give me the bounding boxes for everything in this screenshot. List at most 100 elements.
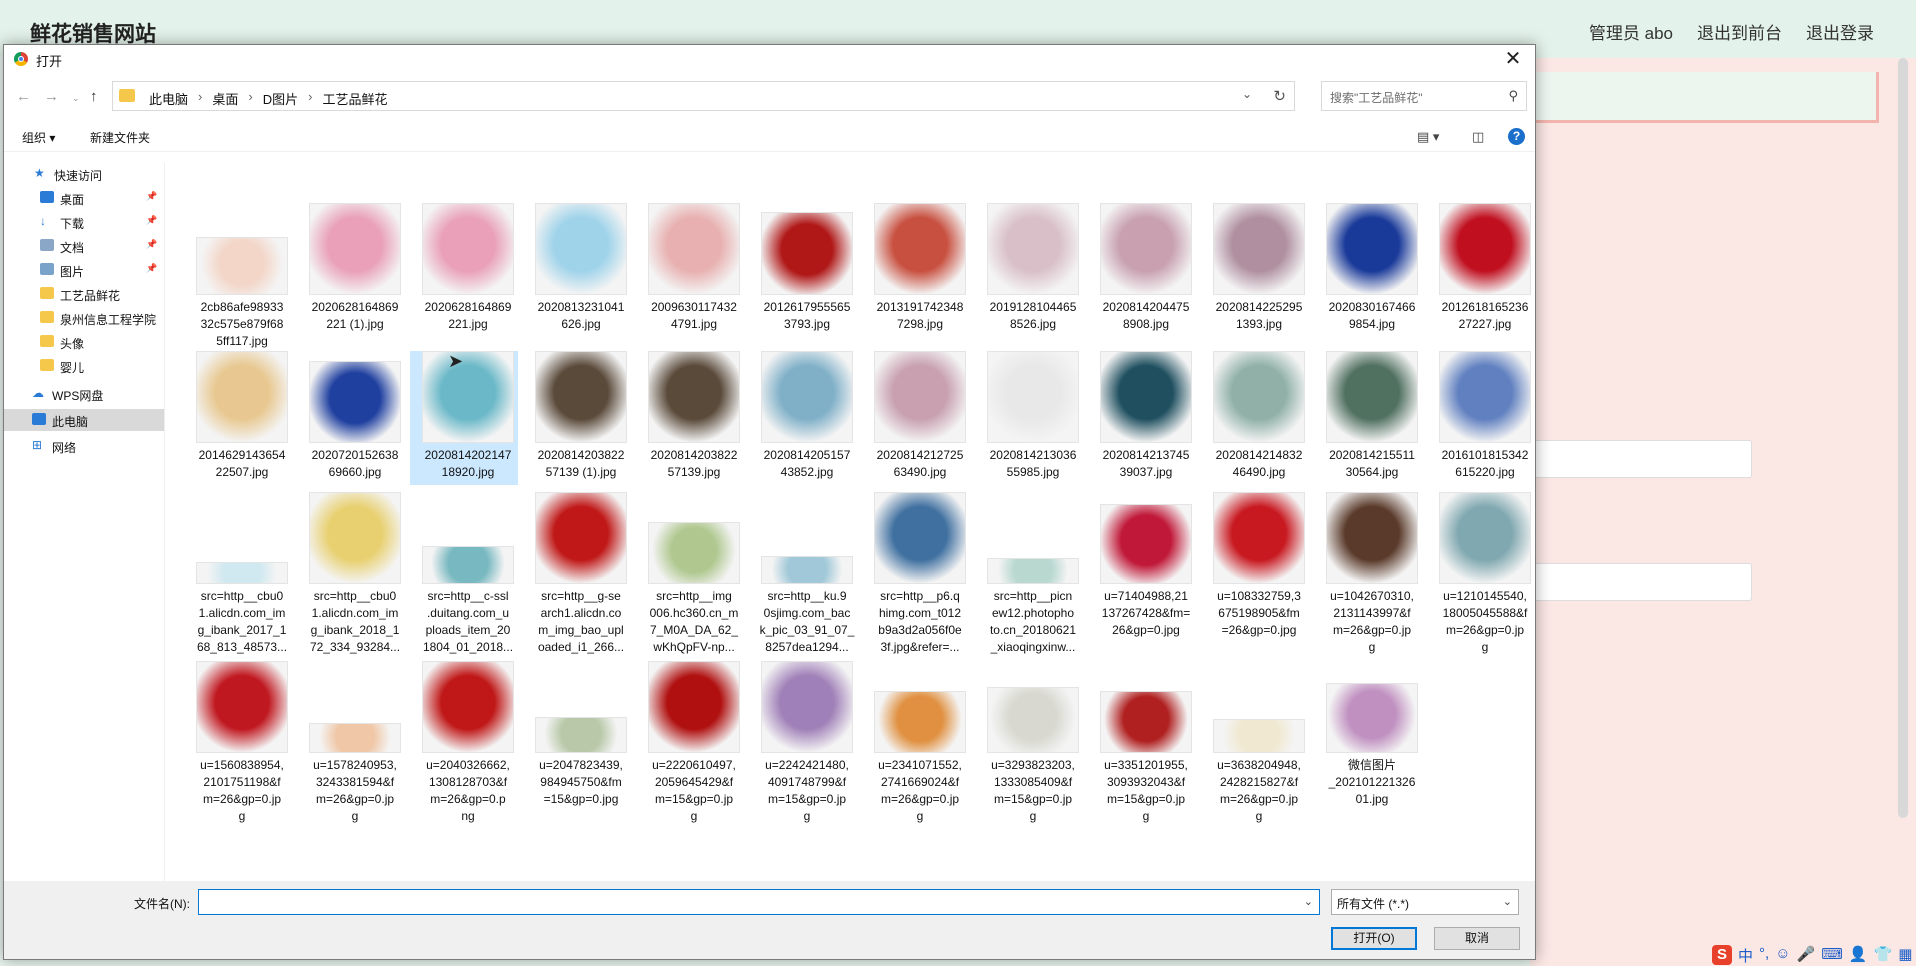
forward-arrow-icon[interactable]: → xyxy=(44,88,59,105)
preview-pane-icon[interactable]: ◫ xyxy=(1472,129,1484,145)
file-item[interactable]: u=1578240953, 3243381594&f m=26&gp=0.jp g xyxy=(297,661,405,829)
file-type-dropdown-icon[interactable]: ⌄ xyxy=(1503,895,1512,908)
file-item[interactable]: 2014629143654 22507.jpg xyxy=(184,351,292,485)
file-item[interactable]: 2020814225295 1393.jpg xyxy=(1201,203,1309,337)
file-item[interactable]: src=http__ku.9 0sjimg.com_bac k_pic_03_91_… xyxy=(749,492,857,660)
file-item[interactable]: u=2040326662, 1308128703&f m=26&gp=0.p ng xyxy=(410,661,518,829)
breadcrumb-this-pc[interactable]: 此电脑 xyxy=(149,89,188,108)
filename-input[interactable]: ⌄ xyxy=(198,889,1320,915)
new-folder-button[interactable]: 新建文件夹 xyxy=(90,129,150,146)
file-item[interactable]: 2020814204475 8908.jpg xyxy=(1088,203,1196,337)
search-box[interactable]: 搜索"工艺品鲜花" ⚲ xyxy=(1321,81,1527,111)
pin-icon[interactable]: 📌 xyxy=(146,191,157,202)
breadcrumb-craft-flowers[interactable]: 工艺品鲜花 xyxy=(322,89,387,108)
file-item[interactable]: 2020813231041 626.jpg xyxy=(523,203,631,337)
file-item[interactable]: u=3638204948, 2428215827&f m=26&gp=0.jp g xyxy=(1201,661,1309,829)
site-form-input-1[interactable] xyxy=(1530,440,1752,478)
ime-user-icon[interactable]: 👤 xyxy=(1849,945,1868,966)
breadcrumb-chevron-icon[interactable]: › xyxy=(198,89,202,108)
file-item[interactable]: src=http__picn ew12.photopho to.cn_2018062… xyxy=(975,492,1083,660)
pin-icon[interactable]: 📌 xyxy=(146,215,157,226)
sidebar-item[interactable]: 工艺品鲜花 xyxy=(4,283,164,305)
ime-voice-icon[interactable]: 🎤 xyxy=(1797,945,1816,966)
help-icon[interactable]: ? xyxy=(1508,128,1525,145)
site-form-input-2[interactable] xyxy=(1530,563,1752,601)
file-item[interactable]: src=http__g-se arch1.alicdn.co m_img_bao_u… xyxy=(523,492,631,660)
sidebar-item[interactable]: 此电脑 xyxy=(4,409,164,431)
sidebar-item[interactable]: 婴儿 xyxy=(4,355,164,377)
file-item[interactable]: u=1210145540, 18005045588&f m=26&gp=0.jp g xyxy=(1427,492,1535,660)
file-item[interactable]: u=2220610497, 2059645429&f m=15&gp=0.jp g xyxy=(636,661,744,829)
file-item[interactable]: u=1042670310, 2131143997&f m=26&gp=0.jp g xyxy=(1314,492,1422,660)
page-scrollbar[interactable] xyxy=(1898,58,1908,818)
sidebar-item[interactable]: 头像 xyxy=(4,331,164,353)
file-item[interactable]: u=108332759,3 675198905&fm =26&gp=0.jpg xyxy=(1201,492,1309,643)
sidebar-item[interactable]: ↓ 下载 📌 xyxy=(4,211,164,233)
file-item[interactable]: 2020814213036 55985.jpg xyxy=(975,351,1083,485)
file-item[interactable]: 2013191742348 7298.jpg xyxy=(862,203,970,337)
ime-emoji-icon[interactable]: ☺ xyxy=(1775,945,1790,966)
sidebar-item[interactable]: ⊞ 网络 xyxy=(4,435,164,457)
pin-icon[interactable]: 📌 xyxy=(146,263,157,274)
file-item[interactable]: src=http__cbu0 1.alicdn.com_im g_ibank_201… xyxy=(297,492,405,660)
sogou-icon[interactable]: S xyxy=(1712,945,1732,965)
filename-dropdown-icon[interactable]: ⌄ xyxy=(1304,895,1313,908)
file-item[interactable]: 2020814212725 63490.jpg xyxy=(862,351,970,485)
file-item[interactable]: src=http__p6.q himg.com_t012 b9a3d2a056f0e… xyxy=(862,492,970,660)
up-arrow-icon[interactable]: ↑ xyxy=(90,88,98,105)
file-item[interactable]: u=2242421480, 4091748799&f m=15&gp=0.jp g xyxy=(749,661,857,829)
pin-icon[interactable]: 📌 xyxy=(146,239,157,250)
file-item[interactable]: u=2341071552, 2741669024&f m=26&gp=0.jp g xyxy=(862,661,970,829)
file-item[interactable]: 微信图片 _202101221326 01.jpg xyxy=(1314,661,1422,812)
breadcrumb-desktop[interactable]: 桌面 xyxy=(212,89,238,108)
file-item[interactable]: u=2047823439, 984945750&fm =15&gp=0.jpg xyxy=(523,661,631,812)
nav-logout[interactable]: 退出登录 xyxy=(1806,19,1874,44)
sidebar-item[interactable]: 泉州信息工程学院 xyxy=(4,307,164,329)
file-item[interactable]: 2020628164869 221.jpg xyxy=(410,203,518,337)
file-item[interactable]: u=3293823203, 1333085409&f m=15&gp=0.jp g xyxy=(975,661,1083,829)
ime-mode-icon[interactable]: 中 xyxy=(1738,945,1753,966)
sidebar-item[interactable]: ☁ WPS网盘 xyxy=(4,383,164,405)
view-mode-icon[interactable]: ▤ ▾ xyxy=(1417,129,1439,145)
file-item[interactable]: 2020814203822 57139.jpg xyxy=(636,351,744,485)
file-item[interactable]: src=http__img 006.hc360.cn_m 7_M0A_DA_62_ w… xyxy=(636,492,744,660)
file-item[interactable]: 2020814213745 39037.jpg xyxy=(1088,351,1196,485)
nav-admin[interactable]: 管理员 abo xyxy=(1589,19,1673,44)
recent-dropdown-icon[interactable]: ⌄ xyxy=(72,93,80,104)
file-item[interactable]: 2016101815342 615220.jpg xyxy=(1427,351,1535,485)
file-item[interactable]: 2019128104465 8526.jpg xyxy=(975,203,1083,337)
address-dropdown-icon[interactable]: ⌄ xyxy=(1242,87,1252,101)
sidebar-item[interactable]: 桌面 📌 xyxy=(4,187,164,209)
open-button[interactable]: 打开(O) xyxy=(1331,927,1417,950)
file-item[interactable]: 2020830167466 9854.jpg xyxy=(1314,203,1422,337)
file-item[interactable]: 2020814202147 18920.jpg xyxy=(410,351,518,485)
ime-keyboard-icon[interactable]: ⌨ xyxy=(1821,945,1843,966)
file-item[interactable]: 2cb86afe98933 32c575e879f68 5ff117.jpg xyxy=(184,203,292,354)
file-type-select[interactable]: 所有文件 (*.*) ⌄ xyxy=(1331,889,1519,915)
file-item[interactable]: 2012617955565 3793.jpg xyxy=(749,203,857,337)
file-item[interactable]: u=71404988,21 137267428&fm= 26&gp=0.jpg xyxy=(1088,492,1196,643)
ime-menu-icon[interactable]: ▦ xyxy=(1898,945,1912,966)
dialog-titlebar[interactable]: 打开 ✕ xyxy=(4,45,1535,75)
file-item[interactable]: u=3351201955, 3093932043&f m=15&gp=0.jp g xyxy=(1088,661,1196,829)
breadcrumb-chevron-icon[interactable]: › xyxy=(248,89,252,108)
file-item[interactable]: src=http__cbu0 1.alicdn.com_im g_ibank_201… xyxy=(184,492,292,660)
file-item[interactable]: 2020814203822 57139 (1).jpg xyxy=(523,351,631,485)
address-bar[interactable]: 此电脑 › 桌面 › D图片 › 工艺品鲜花 ⌄ ↻ xyxy=(112,81,1295,111)
file-item[interactable]: src=http__c-ssl .duitang.com_u ploads_item… xyxy=(410,492,518,660)
file-item[interactable]: 2020720152638 69660.jpg xyxy=(297,351,405,485)
sidebar-item[interactable]: ★ 快速访问 xyxy=(4,163,164,185)
file-item[interactable]: 2020814205157 43852.jpg xyxy=(749,351,857,485)
file-item[interactable]: 2009630117432 4791.jpg xyxy=(636,203,744,337)
cancel-button[interactable]: 取消 xyxy=(1434,927,1520,950)
ime-skin-icon[interactable]: 👕 xyxy=(1874,945,1893,966)
search-icon[interactable]: ⚲ xyxy=(1508,88,1518,104)
back-arrow-icon[interactable]: ← xyxy=(16,88,31,105)
file-item[interactable]: 2020814214832 46490.jpg xyxy=(1201,351,1309,485)
file-item[interactable]: 2012618165236 27227.jpg xyxy=(1427,203,1535,337)
nav-exit-to-front[interactable]: 退出到前台 xyxy=(1697,19,1782,44)
breadcrumb-d-pictures[interactable]: D图片 xyxy=(263,89,298,108)
file-item[interactable]: 2020628164869 221 (1).jpg xyxy=(297,203,405,337)
breadcrumb-chevron-icon[interactable]: › xyxy=(308,89,312,108)
file-item[interactable]: u=1560838954, 2101751198&f m=26&gp=0.jp g xyxy=(184,661,292,829)
